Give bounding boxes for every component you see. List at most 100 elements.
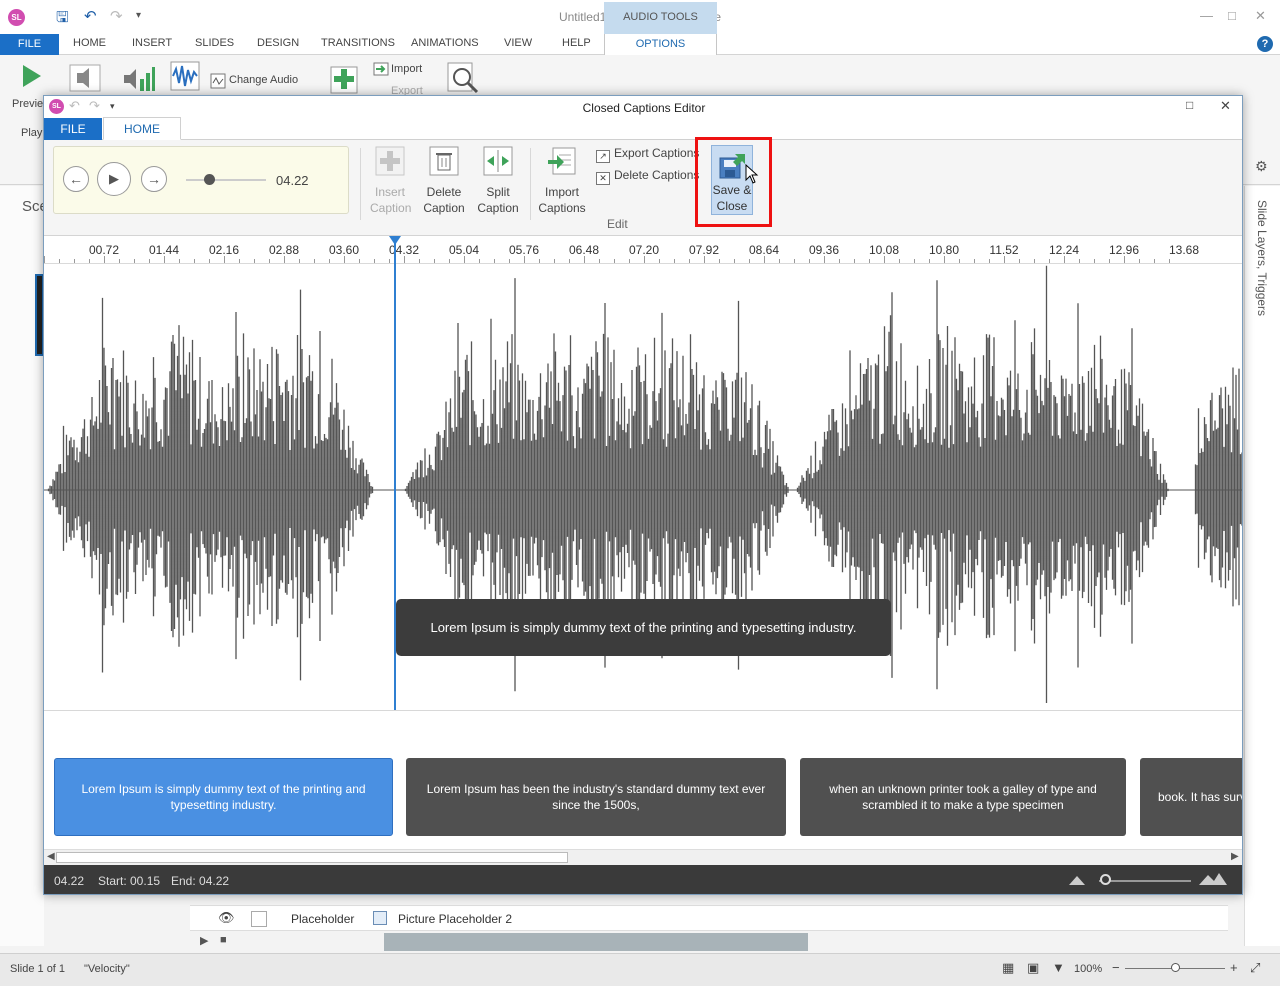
visibility-eye-icon[interactable]: 👁 bbox=[218, 910, 235, 926]
ruler-tick-mark bbox=[134, 259, 135, 263]
lock-checkbox[interactable] bbox=[251, 911, 267, 927]
audio-speaker-icon[interactable] bbox=[68, 61, 102, 93]
dialog-maximize-icon[interactable]: □ bbox=[1186, 98, 1193, 112]
volume-icon[interactable] bbox=[122, 61, 156, 93]
dialog-status-bar: 04.22 Start: 00.15 End: 04.22 bbox=[44, 865, 1242, 894]
ruler-tick-mark bbox=[164, 256, 165, 263]
zoom-slider-knob[interactable] bbox=[1171, 963, 1180, 972]
ruler-tick-mark bbox=[989, 259, 990, 263]
zoom-in-icon[interactable]: + bbox=[1230, 960, 1238, 975]
play-button-icon[interactable]: ▶ bbox=[97, 162, 131, 196]
add-caption-icon[interactable] bbox=[330, 63, 360, 95]
preview-play-icon[interactable] bbox=[20, 63, 44, 89]
caption-block[interactable]: book. It has survived bbox=[1140, 758, 1242, 836]
export-captions-button[interactable]: ↗ Export Captions bbox=[596, 146, 699, 163]
zoom-in-mountain-icon[interactable] bbox=[1198, 871, 1228, 886]
tab-home[interactable]: HOME bbox=[73, 37, 106, 49]
delete-caption-button[interactable]: Delete Caption bbox=[422, 146, 466, 216]
insert-caption-button[interactable]: Insert Caption bbox=[370, 146, 411, 216]
zoom-out-mountain-icon[interactable] bbox=[1068, 874, 1086, 886]
help-icon[interactable]: ? bbox=[1257, 36, 1273, 52]
ruler-tick-mark bbox=[374, 259, 375, 263]
rewind-arrow-icon[interactable]: ← bbox=[63, 166, 89, 192]
tab-transitions[interactable]: TRANSITIONS bbox=[321, 37, 395, 49]
fit-window-icon[interactable]: ⤢ bbox=[1250, 960, 1260, 976]
caption-block[interactable]: Lorem Ipsum is simply dummy text of the … bbox=[54, 758, 393, 836]
zoom-out-icon[interactable]: − bbox=[1112, 960, 1120, 975]
dialog-file-tab[interactable]: FILE bbox=[44, 118, 102, 140]
timeline-zoom-slider[interactable] bbox=[1099, 880, 1191, 882]
ruler-tick-mark bbox=[1139, 259, 1140, 263]
timeline-controls: ▶ ■ bbox=[190, 931, 1228, 953]
tab-view[interactable]: VIEW bbox=[504, 37, 532, 49]
fit-view-icon[interactable]: ▼ bbox=[1052, 960, 1065, 975]
ruler-tick-mark bbox=[464, 256, 465, 263]
ruler-tick-mark bbox=[1064, 256, 1065, 263]
timeline-play-icon[interactable]: ▶ bbox=[200, 934, 208, 947]
normal-view-icon[interactable]: ▦ bbox=[1002, 960, 1014, 976]
import-label[interactable]: Import bbox=[391, 63, 422, 75]
layers-row[interactable]: 👁 Placeholder Picture Placeholder 2 bbox=[190, 905, 1228, 931]
change-audio-label[interactable]: Change Audio bbox=[229, 74, 298, 86]
import-captions-button[interactable]: Import Captions bbox=[538, 146, 586, 216]
timeline-ruler[interactable]: 00.72 01.44 02.16 02.88 03.60 04.32 05.04 05.76… bbox=[44, 236, 1242, 264]
player-time: 04.22 bbox=[276, 173, 309, 188]
ruler-tick-mark bbox=[389, 259, 390, 263]
scroll-right-icon[interactable]: ▶ bbox=[1231, 851, 1239, 862]
horizontal-scrollbar[interactable]: ◀ ▶ bbox=[44, 849, 1242, 865]
player-seek-track[interactable] bbox=[186, 179, 266, 181]
ruler-tick-mark bbox=[344, 256, 345, 263]
ruler-tick-label: 11.52 bbox=[989, 243, 1019, 257]
ruler-tick-label: 08.64 bbox=[748, 243, 780, 257]
ruler-tick-mark bbox=[884, 256, 885, 263]
player-seek-knob[interactable] bbox=[204, 174, 215, 185]
caption-block[interactable]: when an unknown printer took a galley of… bbox=[800, 758, 1126, 836]
dialog-close-icon[interactable]: ✕ bbox=[1220, 98, 1231, 114]
split-caption-button[interactable]: Split Caption bbox=[476, 146, 520, 216]
slide-view-icon[interactable]: ▣ bbox=[1027, 960, 1039, 976]
tab-slides[interactable]: SLIDES bbox=[195, 37, 234, 49]
caption-track: Lorem Ipsum is simply dummy text of the … bbox=[44, 710, 1242, 848]
caption-block[interactable]: Lorem Ipsum has been the industry's stan… bbox=[406, 758, 786, 836]
ruler-tick-mark bbox=[1124, 256, 1125, 263]
timeline-stop-icon[interactable]: ■ bbox=[220, 934, 227, 946]
ruler-tick-mark bbox=[524, 256, 525, 263]
edit-audio-icon[interactable] bbox=[170, 61, 200, 91]
timeline-scrollbar-thumb[interactable] bbox=[384, 933, 808, 951]
tab-help[interactable]: HELP bbox=[562, 37, 591, 49]
minimize-icon[interactable]: — bbox=[1200, 8, 1213, 23]
settings-gear-icon[interactable]: ⚙ bbox=[1255, 158, 1268, 175]
ruler-tick-mark bbox=[809, 259, 810, 263]
ruler-tick-mark bbox=[89, 259, 90, 263]
timeline-zoom-knob[interactable] bbox=[1100, 874, 1111, 885]
tab-design[interactable]: DESIGN bbox=[257, 37, 299, 49]
tab-insert[interactable]: INSERT bbox=[132, 37, 172, 49]
delete-captions-button[interactable]: ✕ Delete Captions bbox=[596, 168, 699, 185]
tab-animations[interactable]: ANIMATIONS bbox=[411, 37, 479, 49]
slide-layers-triggers-tab[interactable]: Slide Layers, Triggers bbox=[1255, 200, 1269, 316]
scenes-panel: Sce bbox=[0, 186, 48, 946]
ruler-tick-mark bbox=[269, 259, 270, 263]
ruler-tick-mark bbox=[224, 256, 225, 263]
ruler-tick-mark bbox=[59, 259, 60, 263]
ruler-tick-mark bbox=[194, 259, 195, 263]
import-icon[interactable] bbox=[373, 62, 389, 76]
app-file-tab[interactable]: FILE bbox=[0, 34, 59, 55]
ruler-tick-label: 05.76 bbox=[508, 243, 540, 257]
layer-name: Placeholder bbox=[291, 912, 355, 926]
scroll-left-icon[interactable]: ◀ bbox=[47, 851, 55, 862]
preview-label: Previe bbox=[12, 98, 44, 110]
close-icon[interactable]: ✕ bbox=[1255, 8, 1266, 24]
ruler-tick-label: 07.92 bbox=[688, 243, 720, 257]
delete-captions-icon: ✕ bbox=[596, 172, 610, 185]
caption-preview: Lorem Ipsum is simply dummy text of the … bbox=[396, 599, 891, 656]
forward-arrow-icon[interactable]: → bbox=[141, 166, 167, 192]
playhead-handle-icon[interactable] bbox=[389, 236, 401, 245]
scrollbar-thumb[interactable] bbox=[56, 852, 568, 863]
change-audio-icon[interactable] bbox=[210, 73, 226, 89]
tab-options[interactable]: OPTIONS bbox=[604, 34, 717, 56]
maximize-icon[interactable]: □ bbox=[1228, 8, 1236, 23]
zoom-preview-icon[interactable] bbox=[446, 61, 480, 95]
dialog-home-tab[interactable]: HOME bbox=[103, 117, 181, 140]
ruler-tick-mark bbox=[359, 259, 360, 263]
